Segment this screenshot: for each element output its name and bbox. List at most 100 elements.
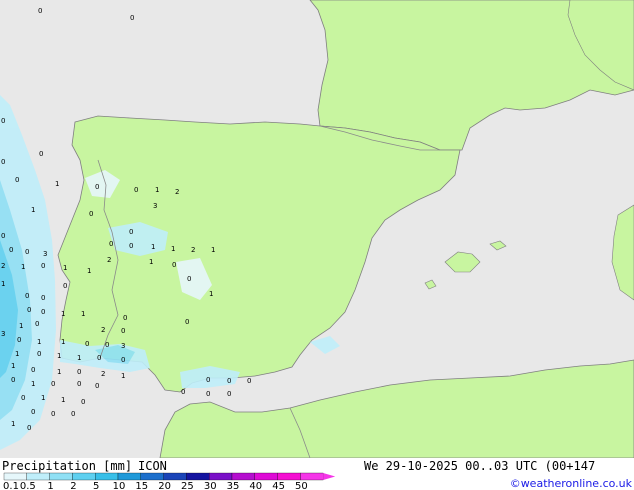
precip-value-label: 1 (31, 206, 35, 214)
precip-value-label: 2 (101, 326, 105, 334)
precip-value-label: 0 (77, 368, 81, 376)
precip-value-label: 0 (206, 390, 210, 398)
precip-value-label: 0 (51, 410, 55, 418)
precip-value-label: 0 (25, 292, 29, 300)
precip-value-label: 0 (134, 186, 138, 194)
precip-value-label: 0 (38, 7, 42, 15)
precip-value-label: 0 (181, 388, 185, 396)
legend-tick-label: 1 (47, 481, 53, 490)
precip-value-label: 1 (121, 372, 125, 380)
legend-swatch (163, 472, 187, 481)
precip-value-label: 0 (121, 356, 125, 364)
precip-value-label: 1 (151, 243, 155, 251)
precip-value-label: 0 (71, 410, 75, 418)
precip-value-label: 0 (31, 408, 35, 416)
precip-value-label: 1 (21, 263, 25, 271)
legend-swatch (95, 472, 119, 481)
precip-value-label: 0 (187, 275, 191, 283)
precip-value-label: 1 (57, 368, 61, 376)
precip-value-label: 0 (27, 306, 31, 314)
precip-value-label: 0 (172, 261, 176, 269)
precip-value-label: 1 (55, 180, 59, 188)
precip-value-label: 0 (95, 382, 99, 390)
precip-value-label: 0 (63, 282, 67, 290)
precip-value-label: 3 (153, 202, 157, 210)
precip-value-label: 0 (41, 262, 45, 270)
precip-value-label: 0 (89, 210, 93, 218)
precip-value-label: 1 (61, 396, 65, 404)
legend-colorbar (3, 472, 336, 481)
precip-value-label: 1 (155, 186, 159, 194)
legend-tick-label: 0.5 (20, 481, 36, 490)
legend-swatch (277, 472, 301, 481)
precip-value-label: 0 (95, 183, 99, 191)
legend-swatch (140, 472, 164, 481)
legend-swatch (3, 472, 27, 481)
precip-value-label: 0 (129, 242, 133, 250)
legend-tick-label: 35 (227, 481, 240, 490)
precip-value-label: 0 (37, 350, 41, 358)
legend-swatch (209, 472, 233, 481)
precip-value-label: 2 (1, 262, 5, 270)
precip-value-label: 0 (185, 318, 189, 326)
precip-value-label: 1 (63, 264, 67, 272)
precip-value-label: 0 (109, 240, 113, 248)
legend-tick-label: 5 (93, 481, 99, 490)
precip-value-label: 2 (107, 256, 111, 264)
legend-tick-label: 15 (135, 481, 148, 490)
map-canvas: 000000 1 0 0 1 230100 0 1 1 2 100 0 32 1 0 1 12 1 001010 00… (0, 0, 634, 490)
precip-value-label: 0 (123, 314, 127, 322)
precip-value-label: 0 (77, 380, 81, 388)
precip-value-label: 0 (11, 376, 15, 384)
precip-value-label: 1 (211, 246, 215, 254)
precip-value-label: 3 (1, 330, 5, 338)
precip-value-label: 1 (61, 310, 65, 318)
legend-tick-label: 50 (295, 481, 308, 490)
legend-tick-label: 40 (249, 481, 262, 490)
legend-tick-label: 45 (272, 481, 285, 490)
precip-value-label: 0 (81, 398, 85, 406)
precip-value-label: 0 (121, 327, 125, 335)
precip-value-label: 0 (227, 390, 231, 398)
footer-valid-time: We 29-10-2025 00..03 UTC (00+147 (364, 459, 595, 473)
precip-value-label: 1 (31, 380, 35, 388)
precip-value-label: 1 (11, 362, 15, 370)
precip-value-label: 0 (17, 336, 21, 344)
precip-value-label: 0 (39, 150, 43, 158)
precip-value-label: 1 (209, 290, 213, 298)
legend-tick-label: 30 (204, 481, 217, 490)
legend-swatch (26, 472, 50, 481)
precipitation-map: 0000001001230100011210003210112100101000… (0, 0, 634, 490)
precip-value-label: 0 (1, 232, 5, 240)
precip-value-label: 0 (206, 376, 210, 384)
precip-value-label: 0 (9, 246, 13, 254)
precip-value-label: 1 (149, 258, 153, 266)
precip-value-label: 0 (105, 341, 109, 349)
precip-value-label: 3 (43, 250, 47, 258)
precip-value-label: 1 (57, 352, 61, 360)
legend-swatch (117, 472, 141, 481)
footer-title: Precipitation [mm] (2, 459, 132, 473)
precip-value-label: 1 (61, 338, 65, 346)
precip-value-label: 0 (1, 158, 5, 166)
precip-value-label: 1 (15, 350, 19, 358)
precip-value-label: 0 (41, 294, 45, 302)
precip-value-label: 0 (41, 308, 45, 316)
precip-value-label: 1 (41, 394, 45, 402)
legend-tick-label: 20 (158, 481, 171, 490)
precip-value-label: 0 (129, 228, 133, 236)
precip-value-label: 1 (1, 280, 5, 288)
precip-value-label: 0 (130, 14, 134, 22)
footer-model: ICON (138, 459, 167, 473)
legend-swatch (186, 472, 210, 481)
precip-value-label: 0 (25, 248, 29, 256)
precip-value-label: 0 (21, 394, 25, 402)
precip-value-label: 1 (37, 338, 41, 346)
precip-value-label: 0 (247, 377, 251, 385)
precip-value-label: 2 (175, 188, 179, 196)
legend-swatch (49, 472, 73, 481)
precip-value-label: 0 (227, 377, 231, 385)
precip-value-label: 0 (35, 320, 39, 328)
precip-value-label: 0 (27, 424, 31, 432)
precip-value-label: 0 (97, 354, 101, 362)
